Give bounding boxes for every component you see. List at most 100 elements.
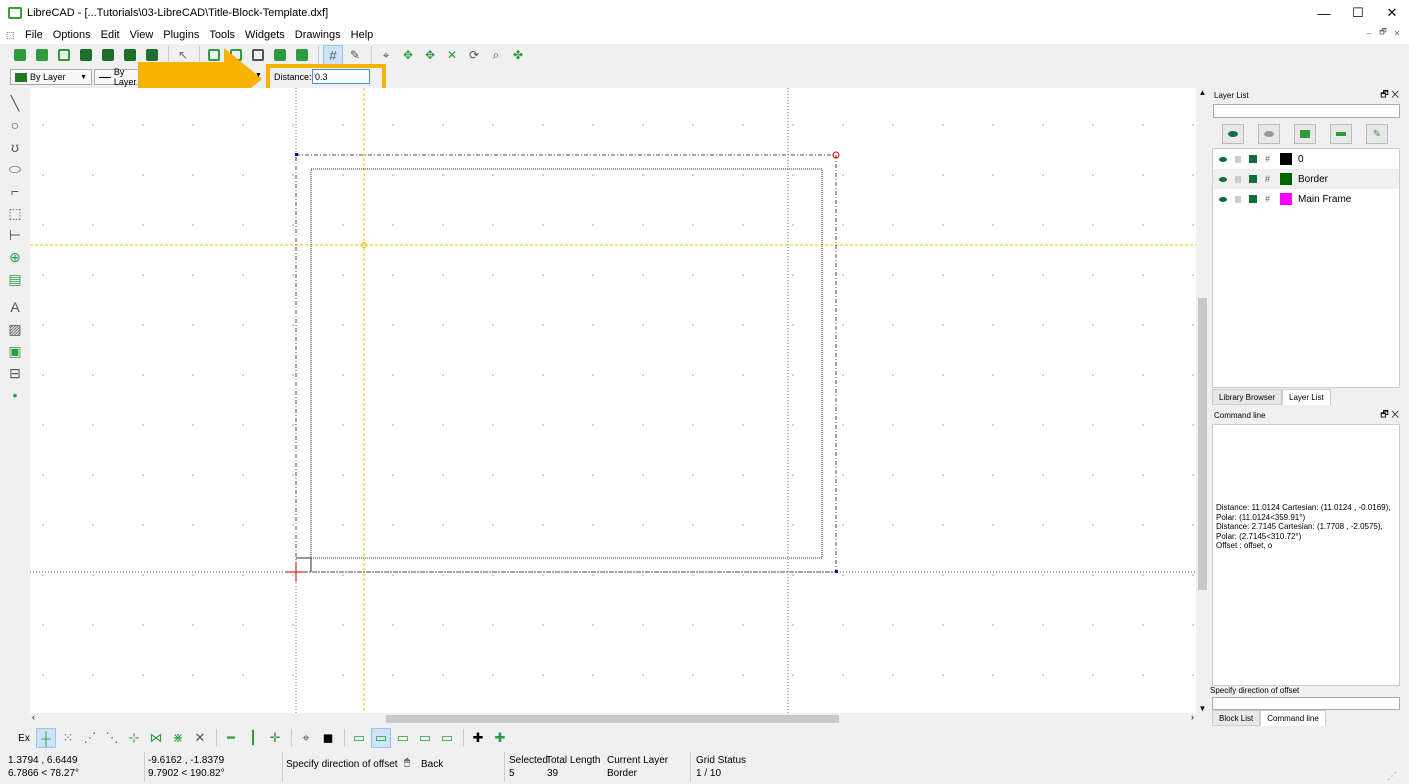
set-relative-zero-button[interactable]: ⌖ xyxy=(296,728,316,748)
menu-widgets[interactable]: Widgets xyxy=(240,29,290,41)
layer-row[interactable]: # 0 xyxy=(1213,149,1399,169)
scroll-down-icon[interactable]: ▼ xyxy=(1196,704,1209,713)
info-tool-button[interactable]: ▤ xyxy=(4,268,26,290)
add-block-button[interactable]: ✚ xyxy=(468,728,488,748)
snap-endpoint-button[interactable]: ⋰ xyxy=(80,728,100,748)
snap-intersection-button[interactable]: ✕ xyxy=(190,728,210,748)
menu-drawings[interactable]: Drawings xyxy=(290,29,346,41)
block-tool-button[interactable]: ⊟ xyxy=(4,362,26,384)
layer-row[interactable]: # Main Frame xyxy=(1213,189,1399,209)
polyline-tool-button[interactable]: ⌐ xyxy=(4,180,26,202)
new-from-template-button[interactable] xyxy=(32,45,52,65)
command-line-float-close-icon[interactable]: 🗗 ✕ xyxy=(1380,407,1401,423)
close-button[interactable]: ✕ xyxy=(1375,0,1409,26)
printer-icon[interactable] xyxy=(1249,195,1257,203)
mdi-minimize-button[interactable]: – xyxy=(1363,27,1375,39)
new-file-button[interactable] xyxy=(10,45,30,65)
point-tool-button[interactable]: • xyxy=(4,384,26,406)
zoom-pan-button[interactable] xyxy=(292,45,312,65)
print-button[interactable] xyxy=(120,45,140,65)
layer-list-float-close-icon[interactable]: 🗗 ✕ xyxy=(1380,87,1401,103)
scroll-right-icon[interactable]: › xyxy=(1191,712,1194,722)
modify-tool-button[interactable]: ⊕ xyxy=(4,246,26,268)
snap-grid-button[interactable]: ⁙ xyxy=(58,728,78,748)
modify-attributes-button[interactable]: ⌖ xyxy=(376,45,396,65)
restrict-orthogonal-button[interactable]: ✛ xyxy=(265,728,285,748)
tab-block-list[interactable]: Block List xyxy=(1212,710,1261,726)
grip-bottom-right[interactable] xyxy=(835,570,838,573)
draft-mode-button[interactable]: ✎ xyxy=(345,45,365,65)
construction-icon[interactable]: # xyxy=(1265,194,1274,204)
minimize-button[interactable]: — xyxy=(1307,0,1341,26)
construction-icon[interactable]: # xyxy=(1265,174,1274,184)
snap-free-button[interactable]: ┼ xyxy=(36,728,56,748)
visibility-eye-icon[interactable] xyxy=(1219,176,1227,182)
show-all-layers-button[interactable] xyxy=(1222,124,1244,144)
horizontal-scroll-thumb[interactable] xyxy=(386,715,839,723)
select-tool-button[interactable]: ⬚ xyxy=(4,202,26,224)
drawing-canvas[interactable] xyxy=(30,88,1196,713)
view-mode-1-button[interactable]: ▭ xyxy=(349,728,369,748)
printer-icon[interactable] xyxy=(1249,155,1257,163)
snap-distance-button[interactable]: ⋇ xyxy=(168,728,188,748)
layer-row[interactable]: # Border xyxy=(1213,169,1399,189)
visibility-eye-icon[interactable] xyxy=(1219,196,1227,202)
text-tool-button[interactable]: A xyxy=(4,296,26,318)
restrict-vertical-button[interactable]: ┃ xyxy=(243,728,263,748)
snap-center-button[interactable]: ⊹ xyxy=(124,728,144,748)
maximize-button[interactable]: ☐ xyxy=(1341,0,1375,26)
view-mode-3-button[interactable]: ▭ xyxy=(393,728,413,748)
distance-input[interactable]: 0.3 xyxy=(312,69,370,84)
grid-toggle-button[interactable]: # xyxy=(323,45,343,65)
open-file-button[interactable] xyxy=(54,45,74,65)
add-layer-button[interactable] xyxy=(1294,124,1316,144)
save-as-button[interactable] xyxy=(98,45,118,65)
construction-icon[interactable]: # xyxy=(1265,154,1274,164)
menu-edit[interactable]: Edit xyxy=(96,29,125,41)
edit-layer-button[interactable]: ✎ xyxy=(1366,124,1388,144)
modify-explode-button[interactable]: ✤ xyxy=(508,45,528,65)
menu-view[interactable]: View xyxy=(125,29,159,41)
remove-layer-button[interactable] xyxy=(1330,124,1352,144)
modify-move-button[interactable]: ✥ xyxy=(398,45,418,65)
dimension-tool-button[interactable]: ⊢ xyxy=(4,224,26,246)
vertical-scroll-thumb[interactable] xyxy=(1198,298,1207,590)
scroll-left-icon[interactable]: ‹ xyxy=(32,712,35,722)
printer-icon[interactable] xyxy=(1249,175,1257,183)
tab-layer-list[interactable]: Layer List xyxy=(1282,389,1331,405)
resize-grip-icon[interactable]: ⋰ xyxy=(1387,770,1397,783)
modify-rotate-button[interactable]: ✥ xyxy=(420,45,440,65)
modify-mirror-button[interactable]: ⟳ xyxy=(464,45,484,65)
menu-help[interactable]: Help xyxy=(346,29,379,41)
view-mode-2-button[interactable]: ▭ xyxy=(371,728,391,748)
menu-options[interactable]: Options xyxy=(48,29,96,41)
restrict-horizontal-button[interactable]: ━ xyxy=(221,728,241,748)
lock-icon[interactable] xyxy=(1235,195,1241,203)
line-tool-button[interactable]: ╲ xyxy=(4,92,26,114)
lock-relative-zero-button[interactable]: ◼ xyxy=(318,728,338,748)
curve-tool-button[interactable]: ʊ xyxy=(4,136,26,158)
visibility-eye-icon[interactable] xyxy=(1219,156,1227,162)
vertical-scrollbar[interactable]: ▲ ▼ xyxy=(1196,88,1209,713)
insert-block-button[interactable]: ✚ xyxy=(490,728,510,748)
view-mode-5-button[interactable]: ▭ xyxy=(437,728,457,748)
zoom-previous-button[interactable] xyxy=(270,45,290,65)
scroll-up-icon[interactable]: ▲ xyxy=(1196,88,1209,97)
circle-tool-button[interactable]: ○ xyxy=(4,114,26,136)
snap-middle-button[interactable]: ⋈ xyxy=(146,728,166,748)
menu-file[interactable]: File xyxy=(20,29,48,41)
hide-all-layers-button[interactable] xyxy=(1258,124,1280,144)
grip-top-left[interactable] xyxy=(295,153,298,156)
save-button[interactable] xyxy=(76,45,96,65)
ellipse-tool-button[interactable]: ⬭ xyxy=(4,158,26,180)
mdi-close-button[interactable]: ✕ xyxy=(1391,27,1403,39)
menu-plugins[interactable]: Plugins xyxy=(158,29,204,41)
lineweight-chevron-down-icon[interactable]: ▼ xyxy=(255,72,262,79)
lock-icon[interactable] xyxy=(1235,155,1241,163)
menu-tools[interactable]: Tools xyxy=(204,29,240,41)
color-combo[interactable]: By Layer ▼ xyxy=(10,69,92,85)
system-menu-icon[interactable]: ⬚ xyxy=(6,30,20,41)
lock-icon[interactable] xyxy=(1235,175,1241,183)
tab-command-line[interactable]: Command line xyxy=(1260,710,1326,726)
horizontal-scrollbar[interactable]: ‹ › xyxy=(30,712,1196,725)
